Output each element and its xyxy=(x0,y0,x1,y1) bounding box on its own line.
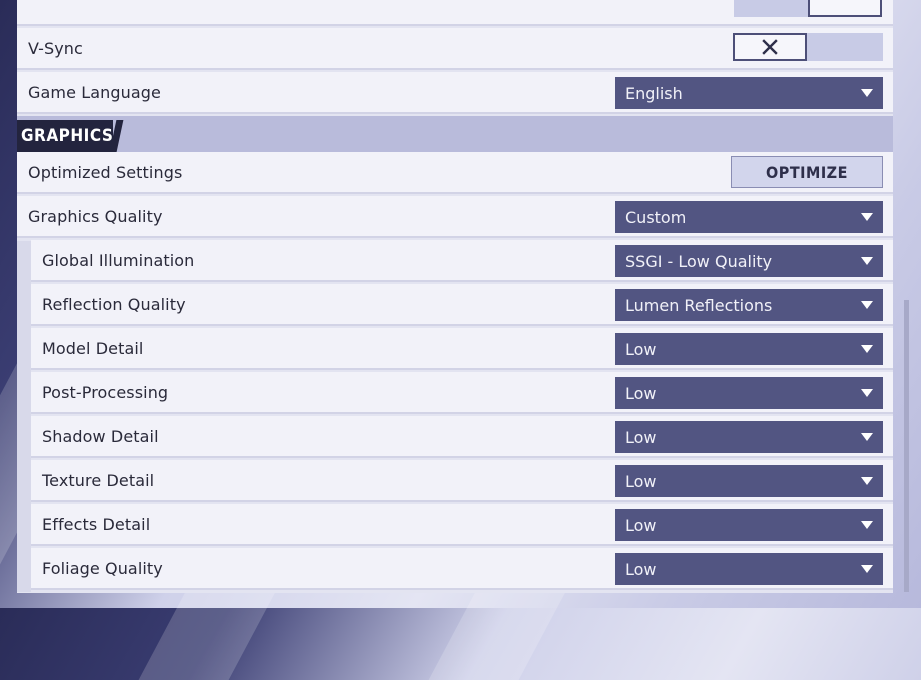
graphics-quality-dropdown[interactable]: Custom xyxy=(615,201,883,233)
reflection-quality-dropdown[interactable]: Lumen Reflections xyxy=(615,289,883,321)
vsync-toggle[interactable] xyxy=(733,33,883,61)
dropdown-arrow-icon xyxy=(861,565,873,573)
shadow-detail-value: Low xyxy=(625,427,657,447)
graphics-quality-row: Graphics Quality Custom xyxy=(17,196,893,238)
optimized-settings-label: Optimized Settings xyxy=(28,162,183,182)
post-processing-dropdown[interactable]: Low xyxy=(615,377,883,409)
texture-detail-dropdown[interactable]: Low xyxy=(615,465,883,497)
texture-detail-row: Texture Detail Low xyxy=(31,460,893,502)
graphics-quality-label: Graphics Quality xyxy=(28,206,163,226)
optimized-settings-row: Optimized Settings OPTIMIZE xyxy=(17,152,893,194)
previous-toggle-box[interactable] xyxy=(808,0,882,17)
model-detail-label: Model Detail xyxy=(42,338,144,358)
optimize-button[interactable]: OPTIMIZE xyxy=(731,156,883,188)
previous-toggle-track[interactable] xyxy=(734,0,808,17)
effects-detail-label: Effects Detail xyxy=(42,514,151,534)
foliage-quality-row: Foliage Quality Low xyxy=(31,548,893,590)
sub-settings-indent xyxy=(17,241,31,592)
previous-setting-row xyxy=(17,0,893,26)
shadow-detail-dropdown[interactable]: Low xyxy=(615,421,883,453)
foliage-quality-dropdown[interactable]: Low xyxy=(615,553,883,585)
vsync-row: V-Sync xyxy=(17,28,893,70)
dropdown-arrow-icon xyxy=(861,301,873,309)
shadow-detail-label: Shadow Detail xyxy=(42,426,159,446)
shadow-detail-row: Shadow Detail Low xyxy=(31,416,893,458)
model-detail-dropdown[interactable]: Low xyxy=(615,333,883,365)
vsync-checkbox[interactable] xyxy=(733,33,807,61)
global-illumination-row: Global Illumination SSGI - Low Quality xyxy=(31,240,893,282)
dropdown-arrow-icon xyxy=(861,257,873,265)
graphics-section-title: GRAPHICS xyxy=(21,126,114,146)
global-illumination-value: SSGI - Low Quality xyxy=(625,251,773,271)
dropdown-arrow-icon xyxy=(861,89,873,97)
x-mark-icon xyxy=(762,39,778,55)
effects-detail-value: Low xyxy=(625,515,657,535)
post-processing-value: Low xyxy=(625,383,657,403)
dropdown-arrow-icon xyxy=(861,521,873,529)
graphics-quality-value: Custom xyxy=(625,207,687,227)
graphics-section-header: GRAPHICS xyxy=(17,116,893,152)
dropdown-arrow-icon xyxy=(861,345,873,353)
model-detail-row: Model Detail Low xyxy=(31,328,893,370)
model-detail-value: Low xyxy=(625,339,657,359)
global-illumination-label: Global Illumination xyxy=(42,250,195,270)
dropdown-arrow-icon xyxy=(861,389,873,397)
global-illumination-dropdown[interactable]: SSGI - Low Quality xyxy=(615,245,883,277)
reflection-quality-label: Reflection Quality xyxy=(42,294,186,314)
reflection-quality-row: Reflection Quality Lumen Reflections xyxy=(31,284,893,326)
scrollbar[interactable] xyxy=(904,300,909,592)
dropdown-arrow-icon xyxy=(861,433,873,441)
effects-detail-dropdown[interactable]: Low xyxy=(615,509,883,541)
dropdown-arrow-icon xyxy=(861,477,873,485)
graphics-section-tab: GRAPHICS xyxy=(17,120,113,152)
foliage-quality-label: Foliage Quality xyxy=(42,558,163,578)
vsync-toggle-track[interactable] xyxy=(807,33,883,61)
dropdown-arrow-icon xyxy=(861,213,873,221)
texture-detail-label: Texture Detail xyxy=(42,470,155,490)
game-language-row: Game Language English xyxy=(17,72,893,114)
reflection-quality-value: Lumen Reflections xyxy=(625,295,773,315)
post-processing-row: Post-Processing Low xyxy=(31,372,893,414)
foliage-quality-value: Low xyxy=(625,559,657,579)
game-language-dropdown[interactable]: English xyxy=(615,77,883,109)
vsync-label: V-Sync xyxy=(28,38,83,58)
game-language-value: English xyxy=(625,83,683,103)
texture-detail-value: Low xyxy=(625,471,657,491)
game-language-label: Game Language xyxy=(28,82,161,102)
post-processing-label: Post-Processing xyxy=(42,382,169,402)
effects-detail-row: Effects Detail Low xyxy=(31,504,893,546)
